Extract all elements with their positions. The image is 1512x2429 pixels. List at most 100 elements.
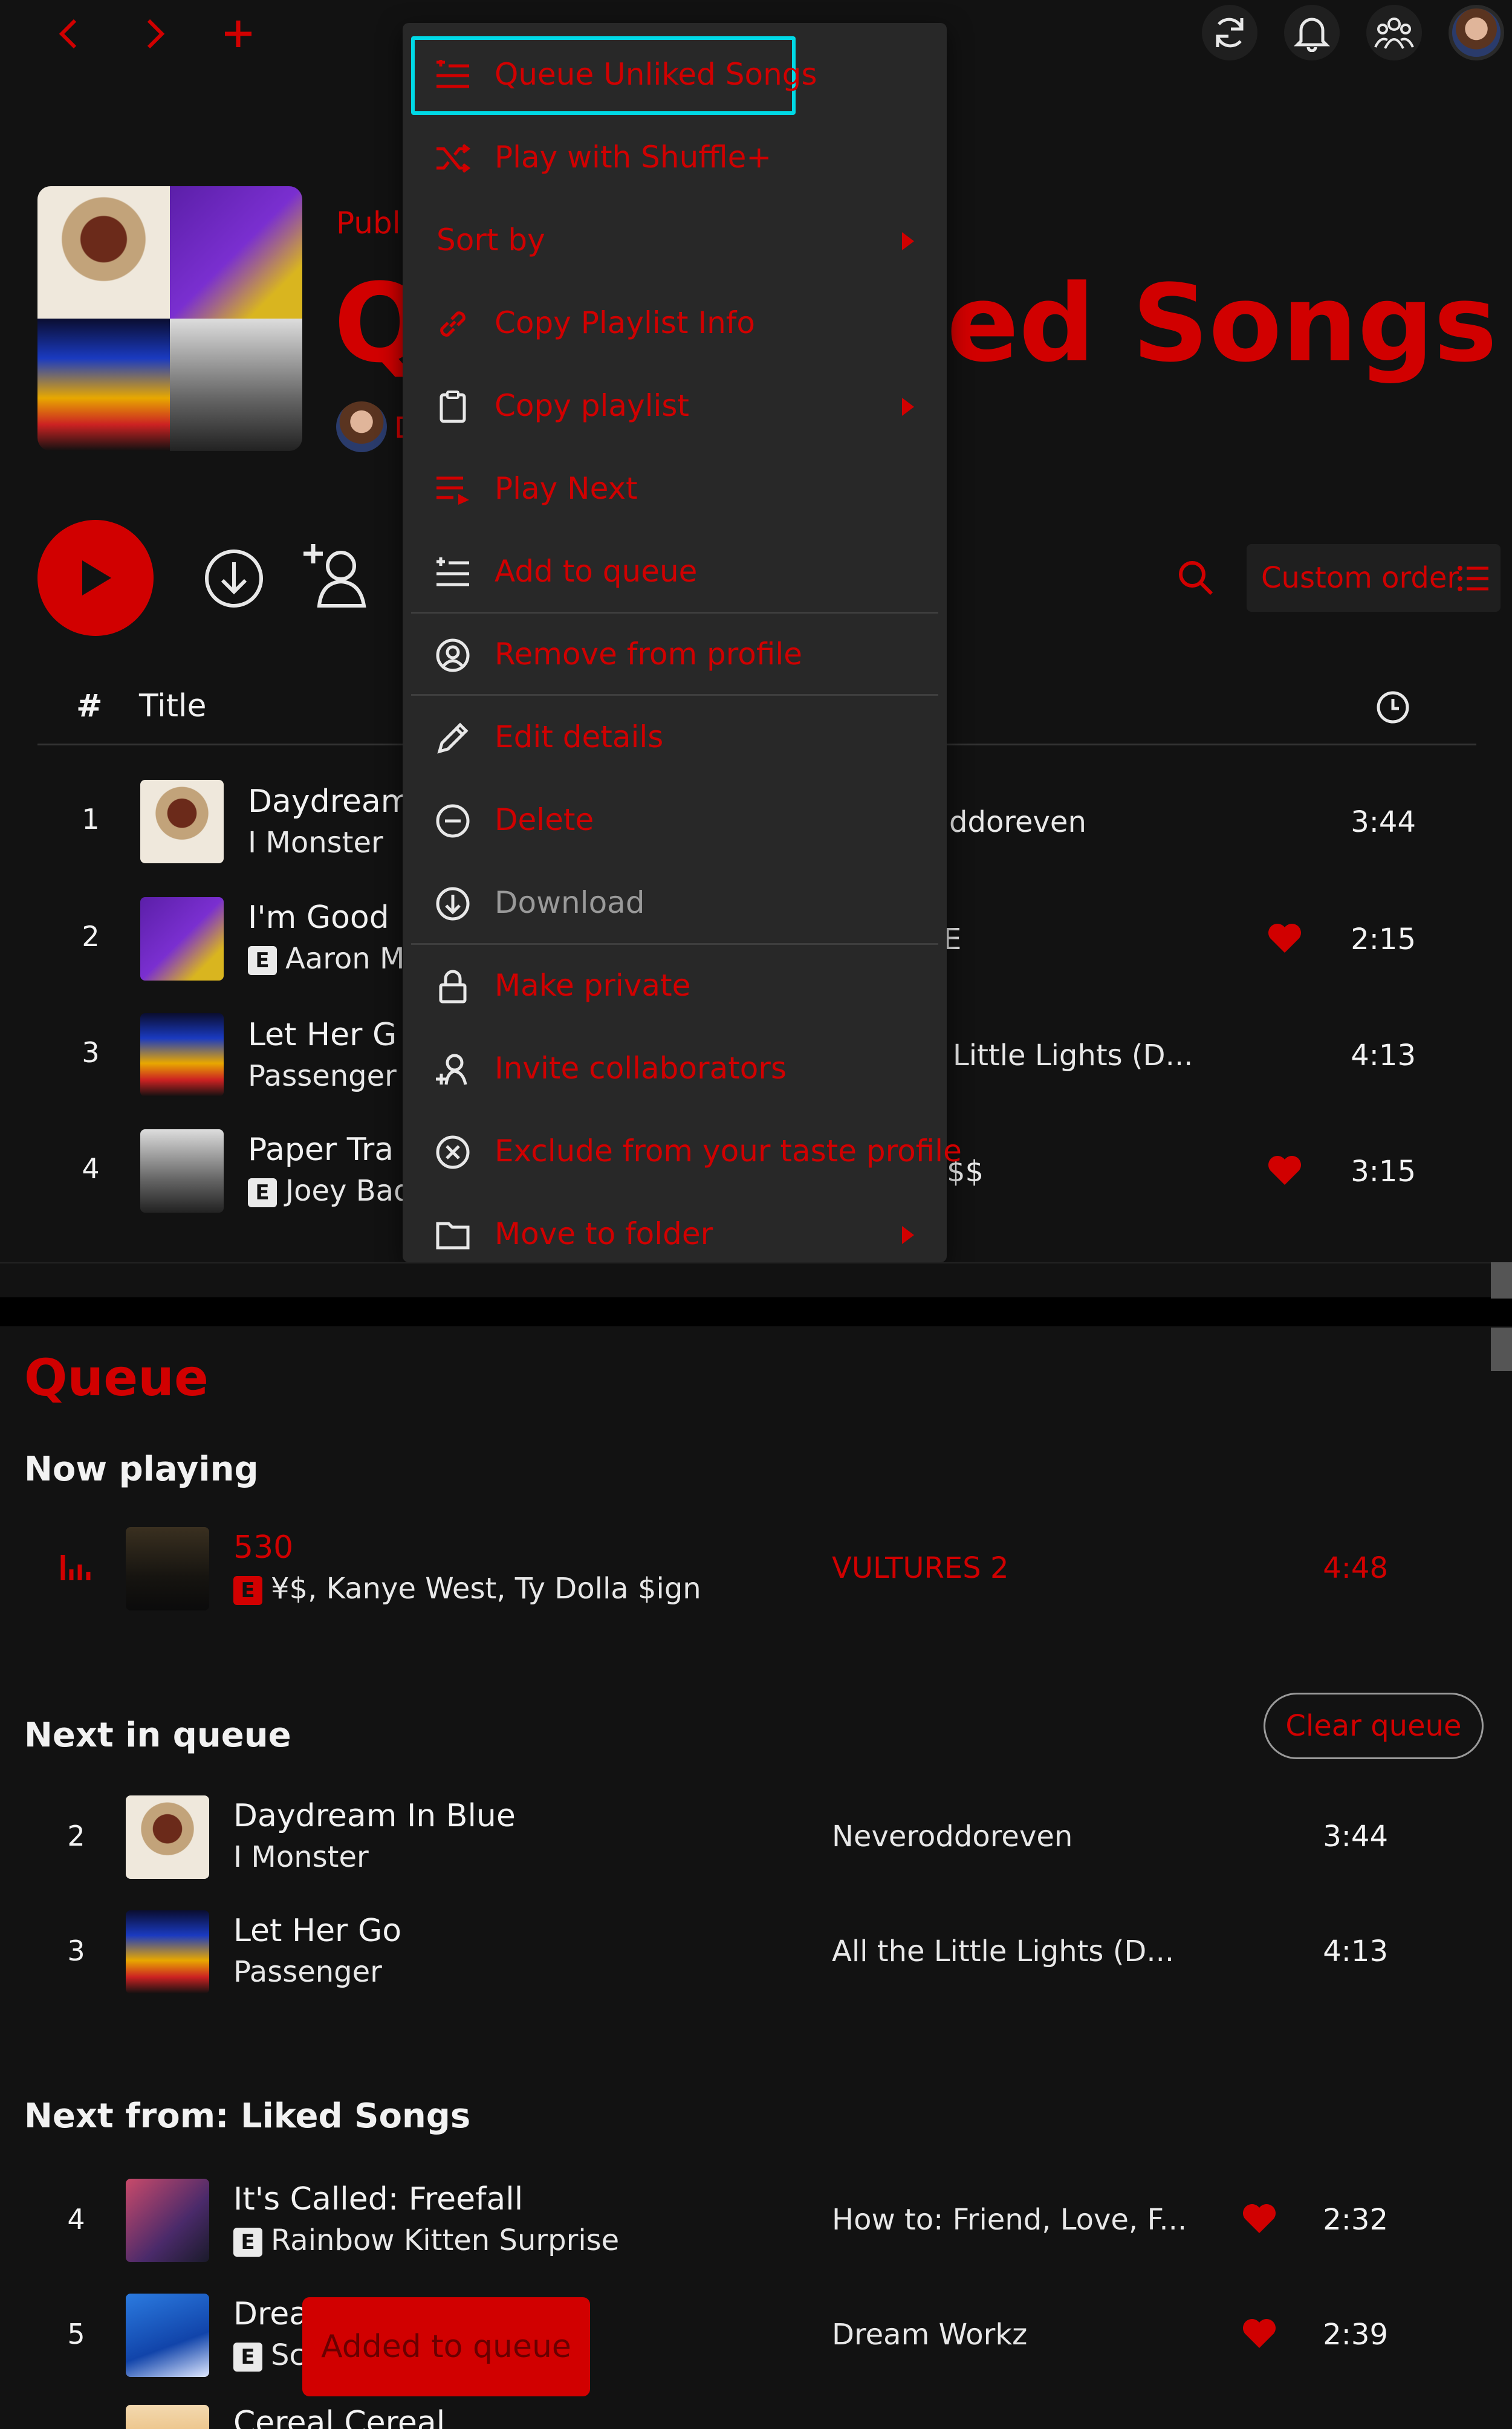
liked-heart-icon[interactable] bbox=[1267, 923, 1302, 954]
menu-item-label: Sort by bbox=[436, 222, 545, 258]
scrollbar-thumb[interactable] bbox=[1491, 1262, 1512, 1299]
track-title[interactable]: 530 bbox=[233, 1529, 293, 1566]
menu-item-delete[interactable]: Delete bbox=[403, 779, 947, 861]
track-thumb bbox=[126, 1527, 209, 1610]
notifications-button[interactable] bbox=[1284, 5, 1340, 60]
cover-art-1 bbox=[37, 186, 170, 319]
track-artist[interactable]: I Monster bbox=[233, 1840, 369, 1874]
chevron-right-icon bbox=[147, 19, 165, 49]
menu-item-edit-details[interactable]: Edit details bbox=[403, 696, 947, 779]
play-button[interactable] bbox=[37, 520, 154, 636]
avatar[interactable] bbox=[1449, 5, 1504, 60]
track-title[interactable]: Paper Tra bbox=[248, 1132, 394, 1168]
track-album[interactable]: All the Little Lights (D... bbox=[832, 1934, 1174, 1968]
queue-row[interactable]: 3 Let Her Go Passenger All the Little Li… bbox=[0, 1907, 1512, 1997]
track-album[interactable]: How to: Friend, Love, F... bbox=[832, 2203, 1187, 2237]
now-playing-row[interactable]: 530 E ¥$, Kanye West, Ty Dolla $ign VULTU… bbox=[0, 1523, 1512, 1614]
menu-item-label: Delete bbox=[495, 802, 594, 837]
track-title[interactable]: Let Her G bbox=[248, 1017, 397, 1053]
next-in-queue-heading: Next in queue bbox=[24, 1716, 291, 1755]
track-album[interactable]: Dream Workz bbox=[832, 2318, 1027, 2352]
track-duration: 3:44 bbox=[1323, 1820, 1388, 1853]
track-artist[interactable]: Aaron M bbox=[285, 942, 404, 976]
refresh-button[interactable] bbox=[1202, 5, 1257, 60]
refresh-icon bbox=[1216, 18, 1244, 48]
track-duration: 2:15 bbox=[1351, 923, 1416, 956]
track-thumb bbox=[140, 1013, 224, 1097]
download-icon bbox=[205, 550, 263, 608]
track-title[interactable]: Daydream bbox=[248, 783, 411, 820]
menu-item-copy-playlist-info[interactable]: Copy Playlist Info bbox=[403, 282, 947, 365]
download-button[interactable] bbox=[203, 548, 265, 612]
queue-scrollbar-thumb[interactable] bbox=[1491, 1328, 1512, 1371]
menu-item-label: Copy playlist bbox=[495, 388, 690, 423]
menu-item-add-to-queue[interactable]: Add to queue bbox=[403, 531, 947, 613]
menu-item-sort-by[interactable]: Sort by bbox=[403, 199, 947, 282]
queue-row[interactable]: Cereal Cereal bbox=[0, 2405, 1512, 2429]
back-button[interactable] bbox=[54, 17, 85, 53]
header-num: # bbox=[76, 688, 103, 724]
track-artist[interactable]: ¥$, Kanye West, Ty Dolla $ign bbox=[271, 1572, 701, 1606]
queue-row[interactable]: 2 Daydream In Blue I Monster Neveroddore… bbox=[0, 1792, 1512, 1883]
track-thumb bbox=[126, 2405, 209, 2429]
liked-heart-icon[interactable] bbox=[1267, 1155, 1302, 1186]
now-playing-heading: Now playing bbox=[24, 1450, 259, 1489]
menu-item-queue-unliked[interactable]: Queue Unliked Songs bbox=[403, 34, 947, 116]
track-thumb bbox=[126, 1910, 209, 1994]
track-artist[interactable]: Joey Bad bbox=[285, 1174, 412, 1208]
toast-notification: Added to queue bbox=[302, 2297, 590, 2396]
menu-item-invite-collaborators[interactable]: Invite collaborators bbox=[403, 1028, 947, 1110]
minus-circle-icon bbox=[434, 802, 472, 840]
owner-avatar[interactable] bbox=[336, 401, 387, 452]
link-icon bbox=[434, 305, 472, 343]
chevron-left-icon bbox=[59, 19, 77, 49]
track-title[interactable]: It's Called: Freefall bbox=[233, 2181, 523, 2217]
track-artist[interactable]: I Monster bbox=[248, 826, 383, 860]
menu-item-play-shuffle[interactable]: Play with Shuffle+ bbox=[403, 117, 947, 199]
cover-art-4 bbox=[170, 319, 302, 451]
menu-item-copy-playlist[interactable]: Copy playlist bbox=[403, 365, 947, 447]
track-number: 4 bbox=[67, 2203, 85, 2236]
toast-text: Added to queue bbox=[321, 2329, 571, 2365]
explicit-badge: E bbox=[233, 2343, 262, 2372]
menu-item-label: Move to folder bbox=[495, 1216, 713, 1251]
track-artist[interactable]: Sc bbox=[271, 2338, 305, 2372]
explicit-badge: E bbox=[233, 2228, 262, 2257]
sort-dropdown[interactable]: Custom order bbox=[1247, 544, 1501, 612]
explicit-badge: E bbox=[248, 946, 277, 975]
playlist-type-label: Publi bbox=[336, 206, 409, 241]
track-album[interactable]: ddoreven bbox=[949, 805, 1086, 839]
queue-row[interactable]: 5 Drea E Sc Dream Workz 2:39 bbox=[0, 2290, 1512, 2381]
menu-item-label: Edit details bbox=[495, 719, 664, 754]
invite-collaborator-button[interactable] bbox=[301, 542, 372, 612]
track-number: 2 bbox=[82, 920, 100, 953]
track-title[interactable]: Cereal Cereal bbox=[233, 2405, 445, 2429]
track-title[interactable]: Let Her Go bbox=[233, 1913, 401, 1949]
track-artist[interactable]: Rainbow Kitten Surprise bbox=[271, 2223, 619, 2257]
clock-icon bbox=[1377, 691, 1409, 724]
queue-row[interactable]: 4 It's Called: Freefall E Rainbow Kitten … bbox=[0, 2175, 1512, 2266]
clear-queue-button[interactable]: Clear queue bbox=[1264, 1693, 1484, 1759]
menu-item-download[interactable]: Download bbox=[403, 862, 947, 944]
cover-art-3 bbox=[37, 319, 170, 451]
track-title[interactable]: Drea bbox=[233, 2296, 308, 2332]
search-in-playlist-button[interactable] bbox=[1178, 560, 1214, 598]
menu-item-exclude-taste-profile[interactable]: Exclude from your taste profile bbox=[403, 1111, 962, 1193]
friend-activity-button[interactable] bbox=[1366, 5, 1422, 60]
forward-button[interactable] bbox=[140, 17, 170, 53]
liked-heart-icon[interactable] bbox=[1242, 2318, 1277, 2349]
panel-separator-bar bbox=[0, 1297, 1512, 1326]
track-title[interactable]: Daydream In Blue bbox=[233, 1798, 516, 1834]
menu-item-remove-from-profile[interactable]: Remove from profile bbox=[403, 614, 947, 696]
track-title[interactable]: I'm Good bbox=[248, 900, 389, 936]
menu-item-play-next[interactable]: Play Next bbox=[403, 448, 947, 530]
liked-heart-icon[interactable] bbox=[1242, 2203, 1277, 2234]
track-album[interactable]: Neveroddoreven bbox=[832, 1820, 1072, 1853]
track-album[interactable]: VULTURES 2 bbox=[832, 1551, 1009, 1585]
download-icon bbox=[434, 885, 472, 923]
track-album[interactable]: Little Lights (D... bbox=[953, 1039, 1193, 1072]
track-artist[interactable]: Passenger bbox=[248, 1059, 397, 1093]
create-button[interactable] bbox=[221, 17, 255, 53]
track-artist[interactable]: Passenger bbox=[233, 1955, 382, 1989]
menu-item-make-private[interactable]: Make private bbox=[403, 945, 947, 1027]
